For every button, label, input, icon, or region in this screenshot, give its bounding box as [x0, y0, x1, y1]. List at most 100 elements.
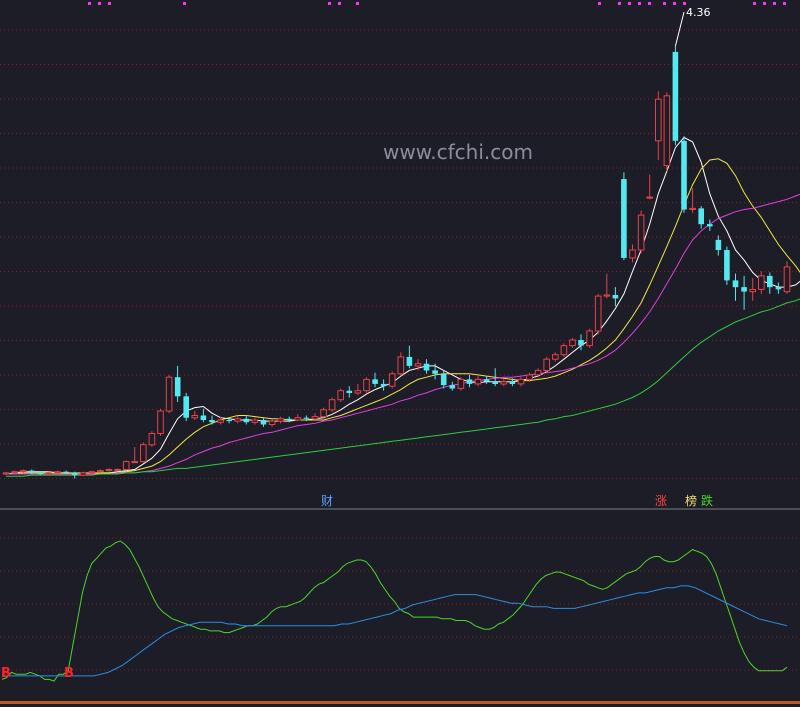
candle-body-up: [594, 295, 602, 332]
candle-body-down: [423, 363, 430, 371]
candle-body-up: [11, 471, 18, 474]
candle-body-up: [603, 294, 611, 297]
top-marker: [638, 2, 641, 5]
top-marker: [663, 2, 666, 5]
candle-body-down: [440, 373, 447, 386]
candle-body-down: [71, 472, 78, 476]
candle-body-up: [148, 433, 156, 446]
candle-body-up: [234, 418, 241, 422]
candle-body-up: [251, 419, 259, 423]
candle-body-up: [689, 207, 696, 210]
candle-body-up: [655, 98, 662, 142]
candle-body-up: [45, 472, 53, 475]
candle-body-up: [131, 461, 138, 464]
candle-body-down: [243, 418, 250, 423]
candle-body-up: [526, 374, 533, 380]
candle-body-down: [260, 420, 267, 425]
candle-body-down: [449, 385, 456, 389]
candle-body-up: [749, 288, 757, 293]
candle-body-up: [114, 469, 121, 471]
candle-body-up: [637, 214, 645, 251]
candle-body-down: [200, 415, 207, 420]
stock-chart: www.cfchi.com 4.36 财 涨 榜跌 B B: [0, 0, 800, 707]
candle-body-down: [681, 140, 687, 210]
candle-body-up: [474, 378, 482, 385]
top-marker: [328, 2, 331, 5]
candle-body-down: [226, 420, 232, 422]
candle-body-down: [466, 379, 473, 384]
candle-body-down: [724, 250, 730, 281]
candle-body-up: [569, 339, 576, 347]
event-marker: 跌: [701, 493, 713, 508]
event-marker: 涨: [655, 493, 667, 508]
candle-body-up: [328, 399, 336, 411]
top-marker: [88, 2, 91, 5]
candle-body-up: [646, 196, 654, 199]
candle-body-down: [732, 280, 739, 288]
candle-body-down: [406, 356, 413, 366]
candle-body-down: [741, 287, 747, 292]
candle-body-up: [500, 381, 508, 385]
candle-body-down: [483, 379, 490, 382]
event-marker: 榜: [685, 493, 697, 508]
candle-body-up: [560, 345, 568, 356]
candle-body-up: [105, 469, 113, 472]
candle-body-up: [663, 95, 671, 167]
candle-body-down: [372, 379, 378, 384]
candle-body-down: [209, 420, 215, 423]
candle-body-down: [715, 239, 722, 250]
candle-body-up: [543, 358, 551, 372]
candle-body-up: [165, 376, 173, 412]
candle-body-up: [140, 444, 147, 463]
top-marker: [338, 2, 341, 5]
candle-body-up: [88, 471, 96, 474]
candle-body-up: [311, 416, 319, 420]
candle-body-up: [97, 470, 104, 473]
candle-body-up: [758, 275, 765, 290]
candle-body-down: [183, 396, 189, 418]
candle-body-up: [354, 390, 362, 394]
bottom-bar: [0, 701, 800, 704]
top-marker: [763, 2, 766, 5]
candle-body-down: [380, 383, 387, 387]
peak-price-label: 4.36: [686, 6, 711, 19]
candle-body-up: [122, 461, 130, 471]
candle-body-down: [612, 295, 619, 299]
top-marker: [673, 2, 676, 5]
candle-body-down: [346, 390, 353, 393]
candle-body-up: [363, 378, 370, 392]
candle-body-up: [397, 356, 405, 375]
candle-body-up: [2, 472, 10, 475]
top-marker: [598, 2, 601, 5]
top-marker: [618, 2, 621, 5]
candle-body-down: [578, 340, 584, 346]
candle-body-up: [191, 415, 199, 419]
candle-body-up: [586, 330, 593, 347]
candle-body-down: [621, 179, 627, 258]
candle-body-down: [492, 381, 498, 384]
candle-body-up: [517, 378, 525, 385]
candle-body-down: [775, 287, 782, 290]
top-marker: [648, 2, 651, 5]
candle-body-up: [320, 409, 327, 418]
candle-body-up: [80, 472, 87, 476]
candle-body-up: [157, 410, 164, 434]
buy-signal-b: B: [1, 666, 11, 681]
candle-body-down: [432, 370, 438, 374]
top-marker: [683, 2, 686, 5]
candle-body-up: [457, 378, 465, 389]
top-marker: [773, 2, 776, 5]
candle-body-down: [37, 472, 44, 474]
candle-body-up: [388, 373, 396, 387]
candle-body-down: [698, 208, 704, 225]
top-marker: [783, 2, 786, 5]
top-marker: [753, 2, 756, 5]
candle-body-down: [707, 224, 713, 227]
candle-body-up: [552, 354, 559, 360]
event-marker: 财: [321, 494, 333, 508]
candle-body-up: [19, 470, 27, 473]
candle-body-up: [54, 471, 61, 474]
top-marker: [183, 2, 186, 5]
candle-body-up: [337, 390, 344, 401]
buy-signal-b: B: [64, 666, 74, 681]
